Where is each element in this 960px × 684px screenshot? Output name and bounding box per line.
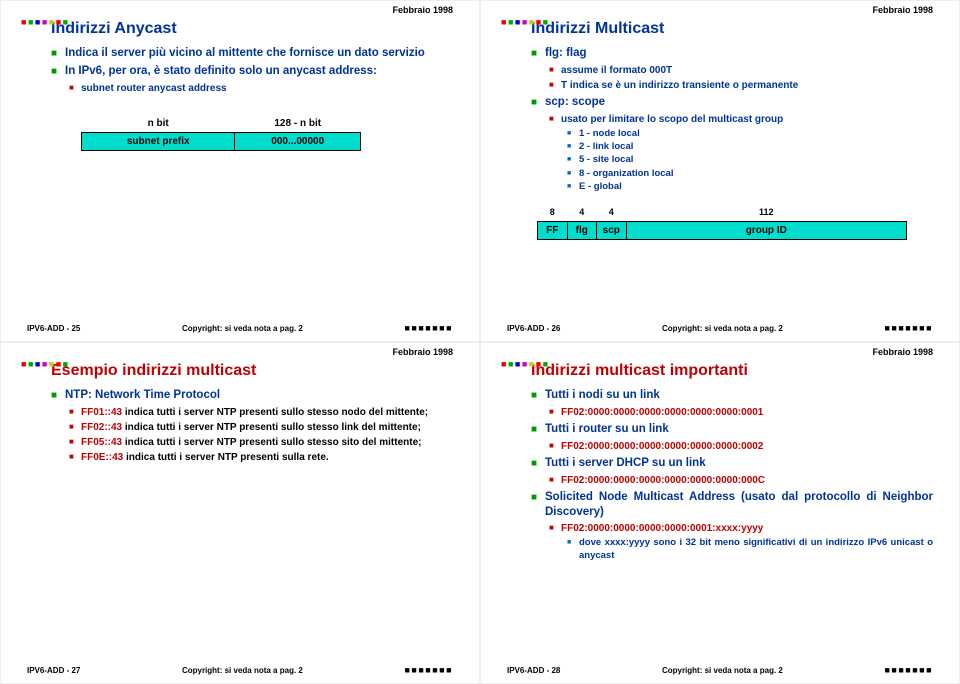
slide-27: Febbraio 1998 ■■■■■■■ Esempio indirizzi … [0,342,480,684]
bullet: Indica il server più vicino al mittente … [51,46,453,61]
bullet: FF0E::43 indica tutti i server NTP prese… [69,451,453,464]
slide-grid: Febbraio 1998 ■■■■■■■ Indirizzi Anycast … [0,0,960,684]
decor-left: ■■■■■■■ [21,359,70,371]
decor-left: ■■■■■■■ [501,17,550,29]
bullet: Tutti i nodi su un link [531,388,933,403]
bullet: In IPv6, per ora, è stato definito solo … [51,64,453,79]
bullet: 2 - link local [567,141,933,153]
slide-title: Indirizzi Anycast [51,19,453,40]
slide-title: Indirizzi multicast importanti [531,361,933,382]
date: Febbraio 1998 [392,5,453,17]
address: FF02:0000:0000:0000:0000:0000:0000:000C [549,474,933,487]
bullet: FF02::43 indica tutti i server NTP prese… [69,421,453,434]
decor-left: ■■■■■■■ [21,17,70,29]
bullet: Tutti i router su un link [531,422,933,437]
slide-25: Febbraio 1998 ■■■■■■■ Indirizzi Anycast … [0,0,480,342]
slide-28: Febbraio 1998 ■■■■■■■ Indirizzi multicas… [480,342,960,684]
footer: IPV6-ADD - 25 Copyright: si veda nota a … [27,323,453,335]
slide-title: Indirizzi Multicast [531,19,933,40]
bullet: assume il formato 000T [549,64,933,77]
bullet: FF05::43 indica tutti i server NTP prese… [69,436,453,449]
date: Febbraio 1998 [872,5,933,17]
bullet: flg: flag [531,46,933,61]
bullet: dove xxxx:yyyy sono i 32 bit meno signif… [567,537,933,562]
decor-left: ■■■■■■■ [501,359,550,371]
address: FF02:0000:0000:0000:0000:0000:0000:0001 [549,406,933,419]
slide-title: Esempio indirizzi multicast [51,361,453,382]
bullet: FF01::43 indica tutti i server NTP prese… [69,406,453,419]
slide-26: Febbraio 1998 ■■■■■■■ Indirizzi Multicas… [480,0,960,342]
bullet: NTP: Network Time Protocol [51,388,453,403]
address: FF02:0000:0000:0000:0000:0000:0000:0002 [549,440,933,453]
multicast-table: 844112 FFflgscpgroup ID [537,205,907,240]
bullet: T indica se è un indirizzo transiente o … [549,79,933,92]
footer: IPV6-ADD - 28 Copyright: si veda nota a … [507,665,933,677]
bullet: E - global [567,181,933,193]
bullet: 1 - node local [567,128,933,140]
anycast-table: n bit128 - n bit subnet prefix000...0000… [81,115,361,151]
address: FF02:0000:0000:0000:0000:0001:xxxx:yyyy [549,522,933,535]
bullet: Tutti i server DHCP su un link [531,456,933,471]
bullet: Solicited Node Multicast Address (usato … [531,490,933,520]
bullet: subnet router anycast address [69,82,453,95]
date: Febbraio 1998 [392,347,453,359]
bullet: scp: scope [531,95,933,110]
bullet: 8 - organization local [567,168,933,180]
footer: IPV6-ADD - 26 Copyright: si veda nota a … [507,323,933,335]
bullet: usato per limitare lo scopo del multicas… [549,113,933,126]
bullet: 5 - site local [567,154,933,166]
footer: IPV6-ADD - 27 Copyright: si veda nota a … [27,665,453,677]
date: Febbraio 1998 [872,347,933,359]
